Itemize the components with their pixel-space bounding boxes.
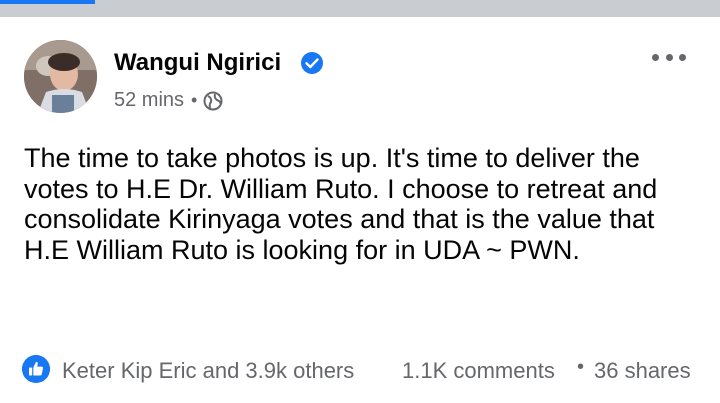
comments-count[interactable]: 1.1K comments <box>402 358 555 384</box>
post-text: The time to take photos is up. It's time… <box>24 143 658 265</box>
post-meta: 52 mins • <box>114 89 223 112</box>
verified-badge-icon <box>301 52 323 74</box>
avatar[interactable] <box>24 40 97 113</box>
post-footer: Keter Kip Eric and 3.9k others 1.1K comm… <box>22 353 702 387</box>
top-divider-bar <box>0 0 720 17</box>
post-card: Wangui Ngirici 52 mins • The time to tak… <box>0 17 720 403</box>
more-options-icon[interactable] <box>652 50 686 64</box>
footer-separator: • <box>577 356 585 378</box>
meta-separator: • <box>191 90 198 110</box>
avatar-photo <box>24 40 97 113</box>
author-name[interactable]: Wangui Ngirici <box>114 49 281 77</box>
shares-count[interactable]: 36 shares <box>594 358 691 384</box>
top-accent-line <box>0 0 95 4</box>
post-timestamp[interactable]: 52 mins <box>114 89 184 112</box>
reactions-summary[interactable]: Keter Kip Eric and 3.9k others <box>62 358 354 384</box>
like-icon[interactable] <box>22 355 50 383</box>
globe-icon[interactable] <box>203 91 223 111</box>
